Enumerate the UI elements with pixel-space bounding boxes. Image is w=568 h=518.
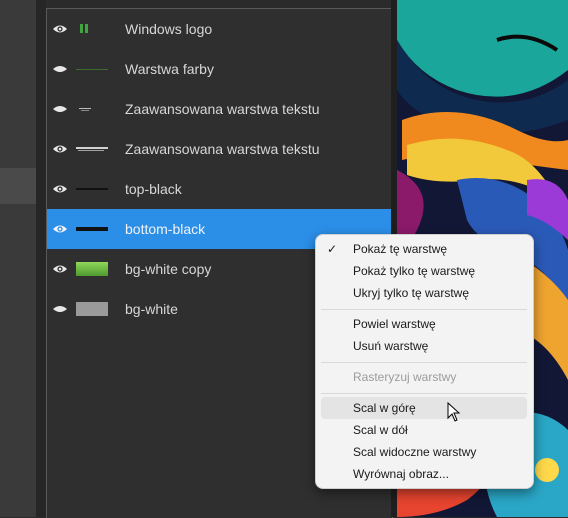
menu-item-show-layer[interactable]: ✓ Pokaż tę warstwę: [321, 238, 527, 260]
menu-separator: [321, 309, 527, 310]
checkmark-icon: ✓: [327, 242, 338, 256]
menu-item-merge-up[interactable]: Scal w górę: [321, 397, 527, 419]
menu-item-show-only-layer[interactable]: Pokaż tylko tę warstwę: [321, 260, 527, 282]
menu-separator: [321, 393, 527, 394]
menu-item-label: Rasteryzuj warstwy: [353, 370, 457, 384]
layer-name: Zaawansowana warstwa tekstu: [125, 141, 320, 157]
menu-item-label: Scal w górę: [353, 401, 416, 415]
layer-name: Warstwa farby: [125, 61, 214, 77]
menu-item-rasterize-layers: Rasteryzuj warstwy: [321, 366, 527, 388]
layer-context-menu: ✓ Pokaż tę warstwę Pokaż tylko tę warstw…: [315, 234, 534, 489]
menu-separator: [321, 362, 527, 363]
menu-item-label: Pokaż tylko tę warstwę: [353, 264, 476, 278]
menu-item-duplicate-layer[interactable]: Powiel warstwę: [321, 313, 527, 335]
layer-name: bg-white copy: [125, 261, 212, 277]
layer-row[interactable]: top-black: [47, 169, 392, 209]
layer-row[interactable]: Zaawansowana warstwa tekstu: [47, 89, 392, 129]
menu-item-label: Wyrównaj obraz...: [353, 467, 449, 481]
left-toolbar-strip: [0, 0, 36, 517]
menu-item-label: Powiel warstwę: [353, 317, 436, 331]
layer-thumbnail-paint: [76, 62, 108, 76]
left-toolbar-band: [0, 168, 36, 204]
layer-thumbnail-gray: [76, 302, 108, 316]
layer-thumbnail-line: [76, 182, 108, 196]
layer-name: bottom-black: [125, 221, 206, 237]
layer-thumbnail-windows-logo: [76, 22, 108, 36]
menu-item-label: Pokaż tę warstwę: [353, 242, 448, 256]
layer-name: Windows logo: [125, 21, 213, 37]
menu-item-label: Ukryj tylko tę warstwę: [353, 286, 470, 300]
eye-open-icon[interactable]: [48, 169, 72, 209]
layer-thumbnail-green: [76, 262, 108, 276]
menu-item-label: Usuń warstwę: [353, 339, 429, 353]
eye-open-icon[interactable]: [48, 129, 72, 169]
layer-row[interactable]: Windows logo: [47, 9, 392, 49]
menu-item-label: Scal w dół: [353, 423, 408, 437]
layer-row[interactable]: Zaawansowana warstwa tekstu: [47, 129, 392, 169]
eye-open-icon[interactable]: [48, 249, 72, 289]
layer-name: top-black: [125, 181, 182, 197]
eye-closed-icon[interactable]: [48, 89, 72, 129]
layer-name: bg-white: [125, 301, 178, 317]
layer-row[interactable]: Warstwa farby: [47, 49, 392, 89]
layer-thumbnail-text: [76, 142, 108, 156]
menu-item-delete-layer[interactable]: Usuń warstwę: [321, 335, 527, 357]
eye-closed-icon[interactable]: [48, 289, 72, 329]
mouse-cursor-icon: [447, 401, 461, 427]
layer-thumbnail-text: [76, 102, 108, 116]
menu-item-hide-only-layer[interactable]: Ukryj tylko tę warstwę: [321, 282, 527, 304]
menu-item-flatten-image[interactable]: Wyrównaj obraz...: [321, 463, 527, 485]
left-gutter: [36, 0, 46, 517]
menu-item-merge-visible[interactable]: Scal widoczne warstwy: [321, 441, 527, 463]
eye-open-icon[interactable]: [48, 209, 72, 249]
layer-name: Zaawansowana warstwa tekstu: [125, 101, 320, 117]
menu-item-merge-down[interactable]: Scal w dół: [321, 419, 527, 441]
menu-item-label: Scal widoczne warstwy: [353, 445, 477, 459]
eye-open-icon[interactable]: [48, 9, 72, 49]
eye-closed-icon[interactable]: [48, 49, 72, 89]
layer-thumbnail-line: [76, 222, 108, 236]
